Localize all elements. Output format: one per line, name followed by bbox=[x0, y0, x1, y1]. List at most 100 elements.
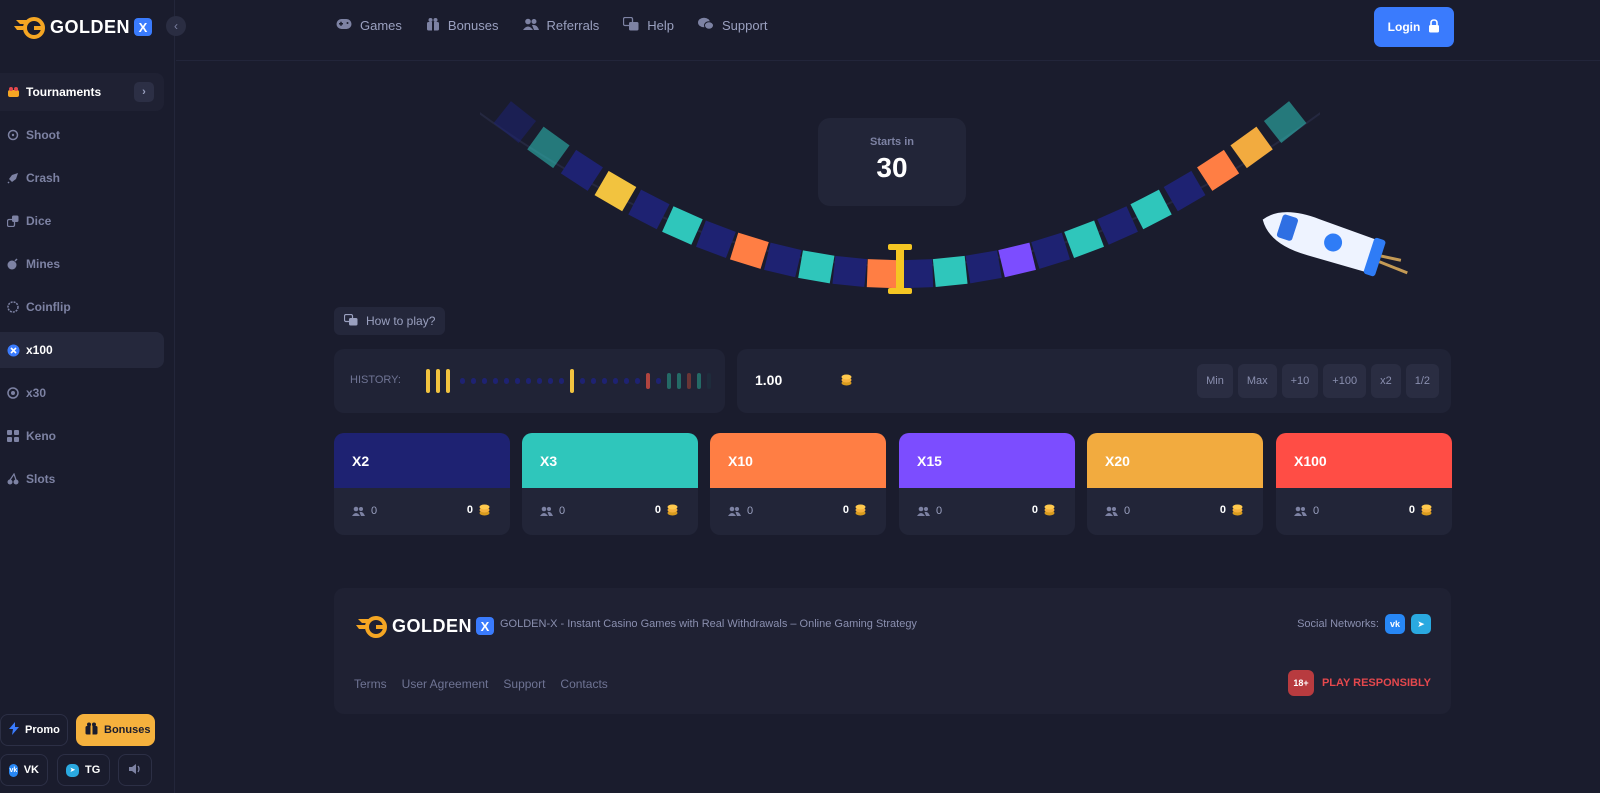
footer: GOLDEN X GOLDEN-X - Instant Casino Games… bbox=[334, 588, 1451, 714]
multiplier-card-x2[interactable]: X2 0 0 bbox=[334, 433, 510, 535]
sidebar-item-shoot[interactable]: Shoot bbox=[0, 117, 164, 153]
sidebar-item-keno[interactable]: Keno bbox=[0, 418, 164, 454]
history-mark bbox=[646, 373, 650, 389]
sidebar-item-mines[interactable]: Mines bbox=[0, 246, 164, 282]
coin-icon bbox=[1044, 504, 1055, 516]
coin-icon bbox=[1232, 504, 1243, 516]
wheel-tile bbox=[1031, 232, 1071, 269]
promo-button[interactable]: Promo bbox=[0, 714, 68, 746]
bet-plus100-button[interactable]: +100 bbox=[1323, 364, 1367, 398]
nav-support[interactable]: Support bbox=[698, 17, 768, 34]
sidebar: GOLDEN X ‹ Tournaments › Shoot Crash Dic… bbox=[0, 0, 186, 793]
wheel-tile bbox=[1097, 206, 1138, 245]
coin-icon bbox=[6, 300, 20, 314]
chat-icon bbox=[698, 17, 714, 34]
sidebar-item-label: x30 bbox=[26, 386, 47, 400]
chevron-right-icon[interactable]: › bbox=[134, 82, 154, 102]
bet-max-button[interactable]: Max bbox=[1237, 364, 1277, 398]
history-marks bbox=[426, 369, 713, 393]
vk-icon: vk bbox=[9, 763, 18, 777]
sidebar-item-label: x100 bbox=[26, 343, 53, 357]
vk-icon[interactable]: vk bbox=[1385, 614, 1405, 634]
wheel-tile bbox=[764, 242, 802, 278]
play-responsibly[interactable]: 18+ PLAY RESPONSIBLY bbox=[1287, 670, 1431, 696]
multiplier-card-x10[interactable]: X10 0 0 bbox=[710, 433, 886, 535]
wheel-tile bbox=[900, 259, 934, 289]
multiplier-header[interactable]: X100 bbox=[1276, 433, 1452, 488]
multiplier-header[interactable]: X3 bbox=[522, 433, 698, 488]
bet-panel: 1.00 Min Max +10 +100 x2 1/2 bbox=[737, 349, 1451, 413]
nav-bonuses[interactable]: Bonuses bbox=[426, 17, 499, 34]
rocket-illustration bbox=[1262, 212, 1408, 277]
bet-plus10-button[interactable]: +10 bbox=[1281, 364, 1319, 398]
telegram-icon[interactable]: ➤ bbox=[1411, 614, 1431, 634]
multiplier-card-x20[interactable]: X20 0 0 bbox=[1087, 433, 1263, 535]
footer-tagline: GOLDEN-X - Instant Casino Games with Rea… bbox=[500, 618, 917, 630]
players-count: 0 bbox=[352, 505, 377, 517]
bet-half-button[interactable]: 1/2 bbox=[1405, 364, 1439, 398]
sidebar-item-crash[interactable]: Crash bbox=[0, 160, 164, 196]
sidebar-item-x30[interactable]: x30 bbox=[0, 375, 164, 411]
history-mark bbox=[667, 373, 671, 389]
history-mark bbox=[613, 378, 618, 384]
dice-icon bbox=[6, 214, 20, 228]
bet-double-button[interactable]: x2 bbox=[1371, 364, 1401, 398]
login-button[interactable]: Login bbox=[1374, 7, 1454, 47]
multiplier-header[interactable]: X15 bbox=[899, 433, 1075, 488]
coin-icon bbox=[1421, 504, 1432, 516]
footer-link-contacts[interactable]: Contacts bbox=[560, 677, 607, 691]
nav-label: Bonuses bbox=[447, 18, 499, 33]
multiplier-label: X100 bbox=[1294, 452, 1327, 469]
sidebar-item-coinflip[interactable]: Coinflip bbox=[0, 289, 164, 325]
multiplier-header[interactable]: X20 bbox=[1087, 433, 1263, 488]
how-to-play-button[interactable]: How to play? bbox=[334, 307, 446, 335]
promo-label: Promo bbox=[25, 724, 60, 736]
nav-help[interactable]: Help bbox=[623, 16, 674, 34]
users-icon bbox=[1294, 506, 1307, 516]
grid-icon bbox=[6, 429, 20, 443]
help-icon bbox=[623, 16, 639, 34]
multiplier-card-x15[interactable]: X15 0 0 bbox=[899, 433, 1075, 535]
sidebar-item-label: Mines bbox=[26, 257, 61, 271]
multiplier-card-x100[interactable]: X100 0 0 bbox=[1276, 433, 1452, 535]
footer-link-terms[interactable]: Terms bbox=[354, 677, 387, 691]
bet-min-button[interactable]: Min bbox=[1197, 364, 1233, 398]
sidebar-item-slots[interactable]: Slots bbox=[0, 461, 164, 497]
age-badge: 18+ bbox=[1287, 670, 1314, 696]
nav-games[interactable]: Games bbox=[336, 17, 402, 34]
bet-total-value: 0 bbox=[1031, 504, 1038, 516]
brand-logo[interactable]: GOLDEN X bbox=[12, 14, 153, 40]
tg-button[interactable]: ➤ TG bbox=[57, 754, 110, 786]
footer-link-support[interactable]: Support bbox=[503, 677, 545, 691]
multiplier-header[interactable]: X2 bbox=[334, 433, 510, 488]
wheel-tile bbox=[493, 101, 537, 143]
sidebar-item-dice[interactable]: Dice bbox=[0, 203, 164, 239]
multiplier-header[interactable]: X10 bbox=[710, 433, 886, 488]
bet-total: 0 bbox=[655, 504, 678, 516]
multiplier-card-x3[interactable]: X3 0 0 bbox=[522, 433, 698, 535]
nav-referrals[interactable]: Referrals bbox=[522, 17, 599, 34]
vk-button[interactable]: vk VK bbox=[0, 754, 48, 786]
history-mark bbox=[515, 378, 520, 384]
history-mark bbox=[559, 378, 564, 384]
bet-total-value: 0 bbox=[654, 504, 661, 516]
bet-total-value: 0 bbox=[1408, 504, 1415, 516]
sound-button[interactable] bbox=[118, 754, 152, 786]
speaker-icon bbox=[128, 763, 142, 778]
wheel-tile bbox=[1230, 126, 1273, 169]
countdown-value: 30 bbox=[876, 152, 908, 183]
footer-logo[interactable]: GOLDEN X bbox=[354, 613, 495, 639]
bet-amount-input[interactable]: 1.00 bbox=[755, 372, 782, 388]
bonuses-button[interactable]: Bonuses bbox=[76, 714, 155, 746]
multiplier-label: X2 bbox=[352, 452, 370, 469]
bet-total: 0 bbox=[467, 504, 490, 516]
history-mark bbox=[504, 378, 509, 384]
users-icon bbox=[540, 506, 553, 516]
bonuses-label: Bonuses bbox=[104, 724, 151, 736]
header-divider bbox=[176, 60, 1600, 61]
sidebar-item-label: Tournaments bbox=[26, 85, 102, 99]
collapse-sidebar-button[interactable]: ‹ bbox=[166, 16, 186, 36]
sidebar-item-tournaments[interactable]: Tournaments › bbox=[0, 73, 164, 111]
sidebar-item-x100[interactable]: x100 bbox=[0, 332, 164, 368]
footer-link-user-agreement[interactable]: User Agreement bbox=[402, 677, 489, 691]
